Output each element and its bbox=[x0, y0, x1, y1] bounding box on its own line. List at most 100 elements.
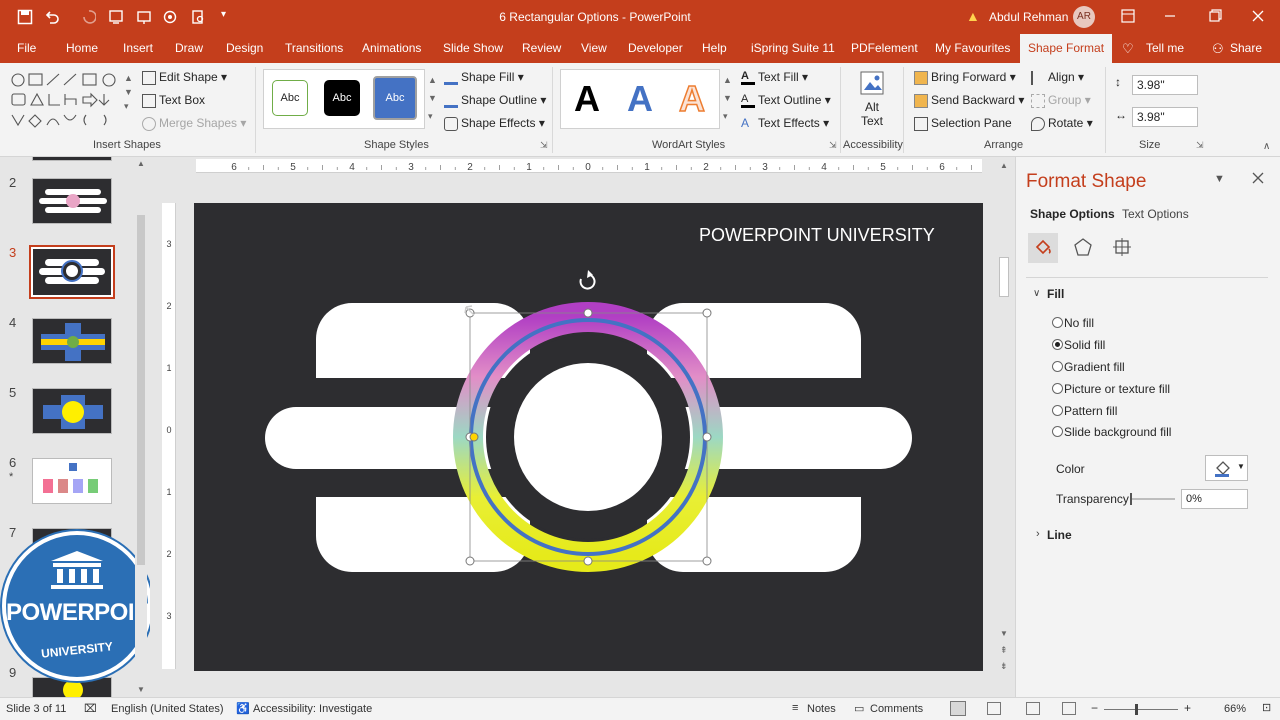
next-slide-icon[interactable]: ⇟ bbox=[1000, 661, 1008, 672]
line-section-chevron-icon[interactable]: › bbox=[1036, 528, 1040, 540]
fill-section-chevron-icon[interactable]: ∨ bbox=[1033, 288, 1040, 299]
tab-my-favourites[interactable]: My Favourites bbox=[935, 34, 1010, 63]
tab-draw[interactable]: Draw bbox=[175, 34, 203, 63]
slide-sorter-icon[interactable] bbox=[987, 702, 1001, 715]
user-name[interactable]: Abdul Rehman bbox=[989, 10, 1068, 24]
edit-shape-button[interactable]: Edit Shape ▾ bbox=[142, 67, 227, 87]
scroll-down-icon[interactable]: ▼ bbox=[1000, 629, 1008, 638]
slide-thumbnail[interactable] bbox=[32, 318, 112, 364]
selection-pane-button[interactable]: Selection Pane bbox=[914, 113, 1012, 133]
tab-help[interactable]: Help bbox=[702, 34, 727, 63]
normal-view-icon[interactable] bbox=[950, 701, 966, 716]
text-effects-button[interactable]: A Text Effects ▾ bbox=[741, 113, 829, 133]
tab-text-options[interactable]: Text Options bbox=[1122, 207, 1189, 221]
zoom-out-icon[interactable]: − bbox=[1091, 701, 1098, 715]
maximize-icon[interactable] bbox=[1208, 9, 1222, 23]
adjust-handle[interactable] bbox=[469, 432, 479, 442]
slide[interactable]: POWERPOINT UNIVERSITY bbox=[194, 203, 983, 671]
alt-text-button[interactable]: Alt Text bbox=[853, 69, 891, 135]
slide-thumbnail[interactable] bbox=[32, 458, 112, 504]
slide-thumbnail[interactable] bbox=[32, 178, 112, 224]
picture-fill-option[interactable]: Picture or texture fill bbox=[1052, 382, 1170, 396]
merge-shapes-button[interactable]: Merge Shapes ▾ bbox=[142, 113, 246, 133]
accessibility-status[interactable]: Accessibility: Investigate bbox=[253, 703, 372, 715]
radio-no-fill[interactable] bbox=[1052, 317, 1063, 328]
thumb-partial[interactable] bbox=[32, 157, 112, 161]
tab-shape-options[interactable]: Shape Options bbox=[1030, 207, 1115, 221]
color-picker-button[interactable]: ▼ bbox=[1205, 455, 1248, 481]
radio-picture-fill[interactable] bbox=[1052, 383, 1063, 394]
fit-slide-icon[interactable]: ⊡ bbox=[1262, 701, 1271, 714]
zoom-slider[interactable] bbox=[1104, 704, 1178, 715]
comments-icon[interactable]: ▭ bbox=[854, 702, 864, 715]
text-outline-button[interactable]: A Text Outline ▾ bbox=[741, 90, 831, 110]
scroll-thumb[interactable] bbox=[999, 257, 1009, 297]
collapse-ribbon-icon[interactable]: ∧ bbox=[1263, 141, 1270, 152]
tell-me-input[interactable]: Tell me bbox=[1146, 34, 1184, 63]
accessibility-icon[interactable]: ♿ bbox=[236, 702, 250, 715]
group-button[interactable]: Group ▾ bbox=[1031, 90, 1091, 110]
shape-width-input[interactable]: 3.98" bbox=[1132, 107, 1198, 127]
send-backward-button[interactable]: Send Backward ▾ bbox=[914, 90, 1024, 110]
pattern-fill-option[interactable]: Pattern fill bbox=[1052, 404, 1117, 418]
share-button[interactable]: Share bbox=[1230, 34, 1262, 63]
tab-design[interactable]: Design bbox=[226, 34, 263, 63]
wordart-style-orange[interactable]: A bbox=[678, 78, 706, 120]
tab-home[interactable]: Home bbox=[66, 34, 98, 63]
scroll-down-icon[interactable]: ▼ bbox=[137, 685, 145, 694]
zoom-level[interactable]: 66% bbox=[1224, 703, 1246, 715]
comments-button[interactable]: Comments bbox=[870, 703, 923, 715]
tab-slide-show[interactable]: Slide Show bbox=[443, 34, 503, 63]
warning-icon[interactable]: ▲ bbox=[966, 8, 980, 24]
scroll-thumb[interactable] bbox=[137, 215, 145, 565]
shape-height-input[interactable]: 3.98" bbox=[1132, 75, 1198, 95]
shape-fill-button[interactable]: Shape Fill ▾ bbox=[444, 67, 524, 87]
dialog-launcher-icon[interactable]: ⇲ bbox=[1196, 140, 1204, 151]
style-gallery-scroll[interactable]: ▲ ▼ ▾ bbox=[428, 71, 437, 125]
close-icon[interactable] bbox=[1251, 9, 1265, 23]
wordart-style-blue[interactable]: A bbox=[627, 79, 653, 119]
gradient-fill-option[interactable]: Gradient fill bbox=[1052, 360, 1125, 374]
center-white-circle[interactable] bbox=[514, 363, 662, 511]
avatar[interactable]: AR bbox=[1073, 6, 1095, 28]
zoom-in-icon[interactable]: + bbox=[1184, 701, 1191, 715]
tab-file[interactable]: File bbox=[17, 34, 36, 63]
dialog-launcher-icon[interactable]: ⇲ bbox=[540, 140, 548, 151]
line-section-header[interactable]: Line bbox=[1047, 528, 1072, 542]
notes-button[interactable]: Notes bbox=[807, 703, 836, 715]
ribbon-display-icon[interactable] bbox=[1121, 9, 1135, 23]
tab-developer[interactable]: Developer bbox=[628, 34, 683, 63]
slide-heading[interactable]: POWERPOINT UNIVERSITY bbox=[699, 225, 935, 246]
shape-effects-button[interactable]: Shape Effects ▾ bbox=[444, 113, 545, 133]
wordart-style-black[interactable]: A bbox=[574, 79, 600, 119]
shape-gallery[interactable] bbox=[9, 71, 121, 131]
tab-shape-format[interactable]: Shape Format bbox=[1020, 34, 1113, 63]
wordart-gallery-scroll[interactable]: ▲ ▼ ▾ bbox=[723, 71, 732, 125]
radio-pattern-fill[interactable] bbox=[1052, 405, 1063, 416]
tab-transitions[interactable]: Transitions bbox=[285, 34, 343, 63]
slideshow-icon[interactable] bbox=[1062, 702, 1076, 715]
reading-view-icon[interactable] bbox=[1026, 702, 1040, 715]
bring-forward-button[interactable]: Bring Forward ▾ bbox=[914, 67, 1016, 87]
tab-animations[interactable]: Animations bbox=[362, 34, 421, 63]
slide-background-fill-option[interactable]: Slide background fill bbox=[1052, 425, 1171, 439]
tab-ispring[interactable]: iSpring Suite 11 bbox=[751, 34, 835, 63]
effects-pentagon-icon[interactable] bbox=[1073, 237, 1093, 257]
tab-view[interactable]: View bbox=[581, 34, 607, 63]
shape-gallery-scroll[interactable]: ▲ ▼ ▾ bbox=[124, 71, 133, 113]
shape-outline-button[interactable]: Shape Outline ▾ bbox=[444, 90, 546, 110]
slide-thumbnail-selected[interactable] bbox=[29, 245, 115, 299]
text-fill-button[interactable]: A Text Fill ▾ bbox=[741, 67, 808, 87]
slide-indicator[interactable]: Slide 3 of 11 bbox=[6, 703, 66, 715]
notes-icon[interactable]: ≡ bbox=[792, 702, 798, 714]
no-fill-option[interactable]: No fill bbox=[1052, 316, 1094, 330]
transparency-input[interactable]: 0% bbox=[1181, 489, 1248, 509]
tab-review[interactable]: Review bbox=[522, 34, 561, 63]
style-swatch-black[interactable]: Abc bbox=[324, 80, 360, 116]
pane-options-dropdown-icon[interactable]: ▼ bbox=[1214, 173, 1225, 185]
radio-solid-fill[interactable] bbox=[1052, 339, 1063, 350]
language-indicator[interactable]: English (United States) bbox=[111, 703, 224, 715]
style-swatch-outline[interactable]: Abc bbox=[272, 80, 308, 116]
text-box-button[interactable]: Text Box bbox=[142, 90, 205, 110]
prev-slide-icon[interactable]: ⇞ bbox=[1000, 645, 1008, 656]
